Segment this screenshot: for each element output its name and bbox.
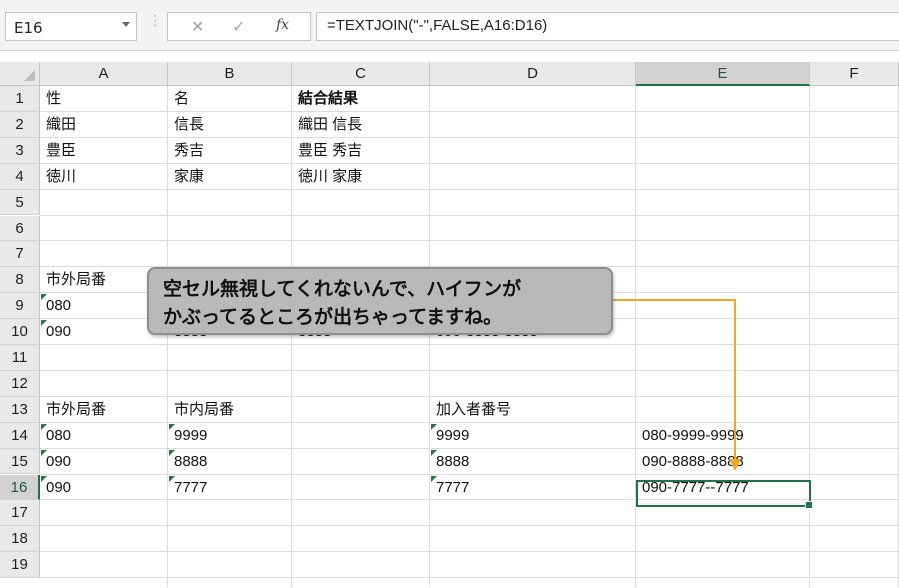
vertical-gridline xyxy=(809,86,810,587)
horizontal-gridline xyxy=(40,525,899,527)
cell-a14[interactable]: 080 xyxy=(40,423,168,448)
column-header-e[interactable]: E xyxy=(636,62,810,86)
row-header-10[interactable]: 10 xyxy=(0,319,40,345)
active-cell-e16[interactable] xyxy=(636,480,813,509)
column-header-d[interactable]: D xyxy=(430,62,636,86)
cell-d16[interactable]: 7777 xyxy=(430,475,636,500)
cell-e15[interactable]: 090-8888-8888 xyxy=(636,449,810,474)
row-header-8[interactable]: 8 xyxy=(0,267,40,294)
cell-a2[interactable]: 織田 xyxy=(40,112,168,137)
cell-a13[interactable]: 市外局番 xyxy=(40,397,168,422)
row-header-16[interactable]: 16 xyxy=(0,474,40,501)
excel-window: E16 ⋮ ✕ ✓ fx =TEXTJOIN("-",FALSE,A16:D16… xyxy=(0,0,899,587)
cancel-icon[interactable]: ✕ xyxy=(191,17,204,36)
cell-a3[interactable]: 豊臣 xyxy=(40,138,168,163)
cell-c3[interactable]: 豊臣 秀吉 xyxy=(292,138,430,163)
callout-line-2: かぶってるところが出ちゃってますね。 xyxy=(163,306,503,328)
row-header-1[interactable]: 1 xyxy=(0,86,40,112)
formula-bar: E16 ⋮ ✕ ✓ fx =TEXTJOIN("-",FALSE,A16:D16… xyxy=(0,0,899,51)
cell-b14[interactable]: 9999 xyxy=(168,423,292,448)
vertical-dots-icon[interactable]: ⋮ xyxy=(148,14,162,28)
cell-b1[interactable]: 名 xyxy=(168,86,292,111)
row-header-5[interactable]: 5 xyxy=(0,189,40,216)
fill-handle[interactable] xyxy=(805,501,813,509)
callout-line-1: 空セル無視してくれないんで、ハイフンが xyxy=(163,278,522,300)
name-box-value: E16 xyxy=(14,19,43,37)
horizontal-gridline xyxy=(40,240,899,242)
chevron-down-icon[interactable] xyxy=(122,22,130,27)
cell-a16[interactable]: 090 xyxy=(40,475,168,500)
cell-d14[interactable]: 9999 xyxy=(430,423,636,448)
row-header-12[interactable]: 12 xyxy=(0,370,40,397)
column-header-f[interactable]: F xyxy=(810,62,899,86)
cell-a4[interactable]: 徳川 xyxy=(40,164,168,189)
horizontal-gridline xyxy=(40,214,899,216)
row-header-11[interactable]: 11 xyxy=(0,345,40,371)
cell-b2[interactable]: 信長 xyxy=(168,112,292,137)
row-header-14[interactable]: 14 xyxy=(0,422,40,449)
cell-a15[interactable]: 090 xyxy=(40,449,168,474)
cell-b16[interactable]: 7777 xyxy=(168,475,292,500)
formula-buttons: ✕ ✓ fx xyxy=(167,12,311,41)
horizontal-gridline xyxy=(40,369,899,371)
cell-b15[interactable]: 8888 xyxy=(168,449,292,474)
column-header-c[interactable]: C xyxy=(292,62,430,86)
cell-c2[interactable]: 織田 信長 xyxy=(292,112,430,137)
row-header-9[interactable]: 9 xyxy=(0,293,40,320)
horizontal-gridline xyxy=(40,344,899,345)
cell-c4[interactable]: 徳川 家康 xyxy=(292,164,430,189)
callout-bubble: 空セル無視してくれないんで、ハイフンが かぶってるところが出ちゃってますね。 xyxy=(147,267,613,335)
row-header-18[interactable]: 18 xyxy=(0,526,40,553)
row-header-17[interactable]: 17 xyxy=(0,500,40,527)
column-header-b[interactable]: B xyxy=(168,62,292,86)
horizontal-gridline xyxy=(40,188,899,190)
row-header-3[interactable]: 3 xyxy=(0,137,40,164)
horizontal-gridline xyxy=(40,551,899,553)
row-header-6[interactable]: 6 xyxy=(0,215,40,242)
cell-a1[interactable]: 性 xyxy=(40,86,168,111)
cell-b4[interactable]: 家康 xyxy=(168,164,292,189)
formula-input[interactable]: =TEXTJOIN("-",FALSE,A16:D16) xyxy=(316,12,899,41)
enter-icon[interactable]: ✓ xyxy=(232,17,245,36)
row-header-13[interactable]: 13 xyxy=(0,396,40,423)
horizontal-gridline xyxy=(40,577,899,579)
column-header-a[interactable]: A xyxy=(40,62,168,86)
name-box[interactable]: E16 xyxy=(5,12,137,41)
row-header-19[interactable]: 19 xyxy=(0,552,40,579)
row-header-15[interactable]: 15 xyxy=(0,448,40,475)
formula-text: =TEXTJOIN("-",FALSE,A16:D16) xyxy=(327,17,548,34)
cell-b13[interactable]: 市内局番 xyxy=(168,397,292,422)
insert-function-icon[interactable]: fx xyxy=(276,17,289,33)
row-header-2[interactable]: 2 xyxy=(0,111,40,138)
cell-d13[interactable]: 加入者番号 xyxy=(430,397,636,422)
cell-c1[interactable]: 結合結果 xyxy=(292,86,430,111)
cell-d15[interactable]: 8888 xyxy=(430,449,636,474)
select-all-button[interactable] xyxy=(0,62,40,86)
cell-e14[interactable]: 080-9999-9999 xyxy=(636,423,810,448)
cell-b3[interactable]: 秀吉 xyxy=(168,138,292,163)
row-header-7[interactable]: 7 xyxy=(0,241,40,268)
row-header-4[interactable]: 4 xyxy=(0,163,40,190)
select-all-triangle-icon xyxy=(24,70,35,81)
